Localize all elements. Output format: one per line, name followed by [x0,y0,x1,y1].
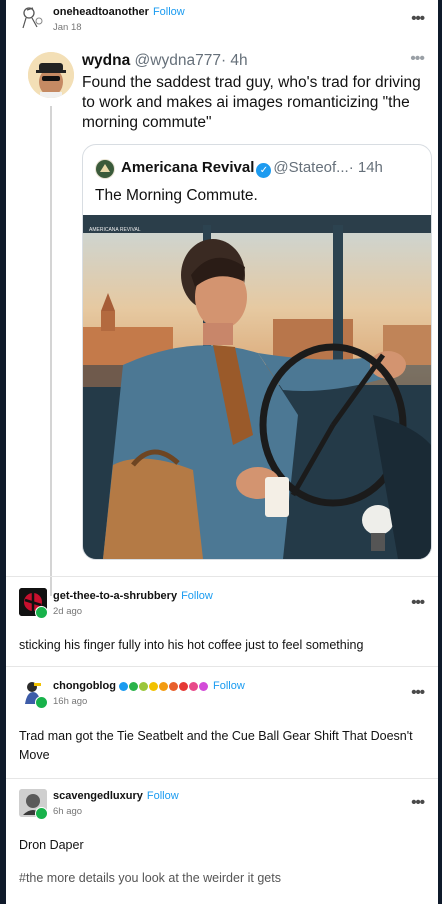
tweet-screenshot: wydna @wydna777· 4h ••• Found the saddes… [16,38,432,596]
quote-time: · 14h [348,159,383,176]
post-header: get-thee-to-a-shrubbery Follow 2d ago ••• [6,584,438,624]
more-options-icon[interactable]: ••• [411,794,425,811]
image-watermark: AMERICANA REVIVAL [89,227,141,233]
post-time[interactable]: Jan 18 [53,22,185,33]
badge-icon [169,681,178,691]
author-name[interactable]: oneheadtoanother [53,6,149,18]
badge-icon [199,681,208,691]
more-options-icon[interactable]: ••• [411,594,425,611]
tweet-text: Found the saddest trad guy, who's trad f… [82,74,421,131]
badge-icon [129,681,138,691]
post-text: Trad man got the Tie Seatbelt and the Cu… [19,729,413,762]
badge-icon [139,681,148,691]
online-badge-icon [35,606,48,619]
post-text: Dron Daper [19,838,84,852]
online-badge-icon [35,696,48,709]
tweet-handle: @wydna777 [134,52,221,69]
quote-author-name: Americana Revival [121,159,255,176]
divider [6,576,438,577]
follow-button[interactable]: Follow [147,790,179,802]
thread-line [50,106,52,596]
badge-icon [149,681,158,691]
badge-icon [119,681,128,691]
post-time[interactable]: 16h ago [53,696,245,707]
reblog-thread: oneheadtoanother Follow Jan 18 ••• wydna … [6,0,438,904]
tweet-time: · 4h [220,52,248,69]
tweet-avatar [28,52,74,98]
tweet-more-icon: ••• [410,50,425,67]
badge-icon [159,681,168,691]
post-header: chongoblog Follow 16h ago ••• [6,674,438,714]
more-options-icon[interactable]: ••• [411,684,425,701]
quote-avatar [95,159,115,179]
follow-button[interactable]: Follow [153,6,185,18]
post-header: scavengedluxury Follow 6h ago ••• [6,784,438,824]
post-time[interactable]: 2d ago [53,606,213,617]
quote-text: The Morning Commute. [95,187,258,204]
verified-icon: ✓ [256,163,272,178]
post-text: sticking his finger fully into his hot c… [19,638,364,652]
author-name[interactable]: scavengedluxury [53,790,143,802]
more-options-icon[interactable]: ••• [411,10,425,27]
badge-icon [189,681,198,691]
online-badge-icon [35,807,48,820]
divider [6,666,438,667]
commute-illustration: AMERICANA REVIVAL [83,215,431,559]
avatar[interactable] [19,4,47,32]
author-name[interactable]: chongoblog [53,680,116,692]
post-header: oneheadtoanother Follow Jan 18 ••• [6,0,438,40]
quoted-tweet: Americana Revival ✓ @Stateof...· 14h The M… [82,144,432,560]
author-name[interactable]: get-thee-to-a-shrubbery [53,590,177,602]
tweet-author-name: wydna [82,52,131,69]
quote-handle: @Stateof... [273,159,349,176]
divider [6,778,438,779]
badge-icons [119,680,209,692]
badge-icon [179,681,188,691]
post-tags[interactable]: #the more details you look at the weirde… [19,869,428,888]
follow-button[interactable]: Follow [213,680,245,692]
post-time[interactable]: 6h ago [53,806,179,817]
follow-button[interactable]: Follow [181,590,213,602]
